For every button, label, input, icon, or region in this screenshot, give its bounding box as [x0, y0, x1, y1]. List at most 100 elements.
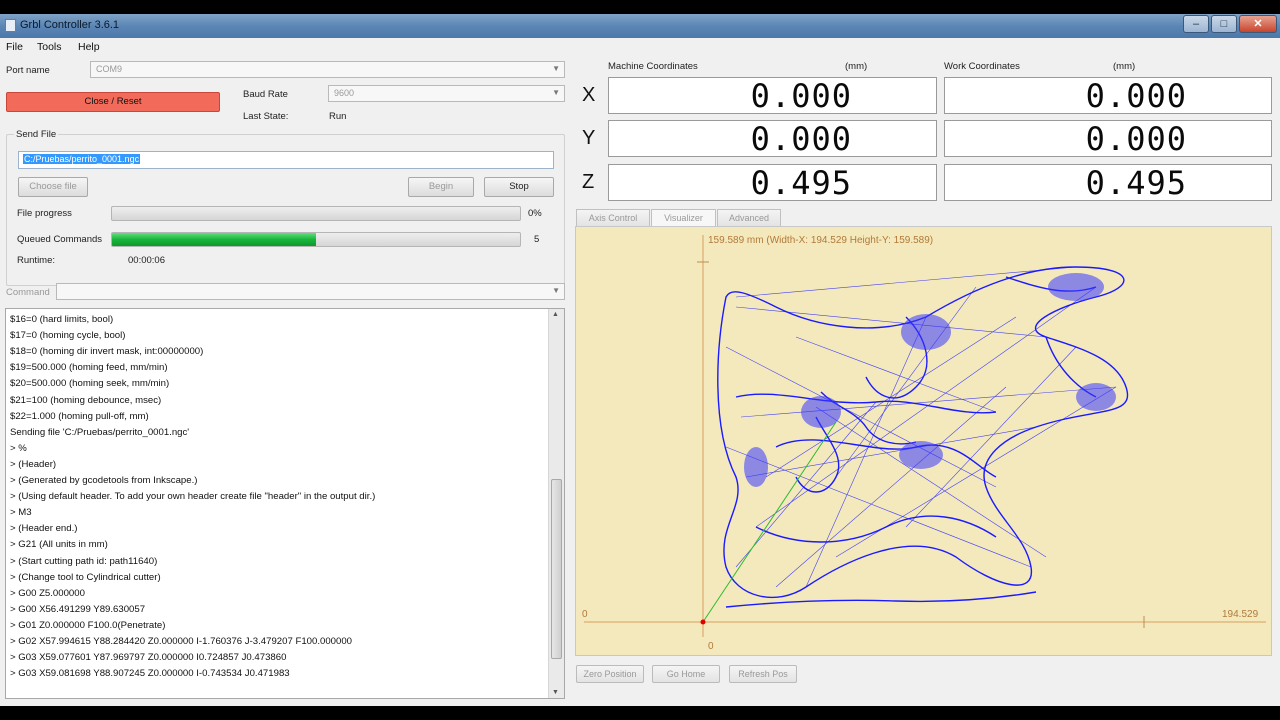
close-window-button[interactable]: ✕: [1239, 15, 1277, 33]
console-log[interactable]: $16=0 (hard limits, bool) $17=0 (homing c…: [5, 308, 565, 699]
port-name-label: Port name: [6, 65, 50, 76]
scrollbar-thumb[interactable]: [551, 479, 562, 659]
choose-file-button[interactable]: Choose file: [18, 177, 88, 197]
chevron-down-icon: ▼: [552, 286, 560, 295]
work-y-value: 0.000: [1085, 120, 1187, 158]
last-state-label: Last State:: [243, 111, 289, 122]
window-title: Grbl Controller 3.6.1: [20, 19, 120, 31]
baud-rate-label: Baud Rate: [243, 89, 288, 100]
machine-x-display: 0.000: [608, 77, 937, 114]
work-z-value: 0.495: [1085, 164, 1187, 202]
port-name-select[interactable]: COM9 ▼: [90, 61, 565, 78]
menu-file[interactable]: File: [6, 41, 23, 53]
last-state-value: Run: [329, 111, 347, 122]
work-x-display: 0.000: [944, 77, 1272, 114]
console-line: > (Header end.): [10, 523, 78, 535]
work-unit-label: (mm): [1113, 61, 1136, 72]
title-bar: Grbl Controller 3.6.1 – □ ✕: [0, 14, 1280, 38]
command-label: Command: [6, 287, 50, 298]
console-line: $16=0 (hard limits, bool): [10, 314, 114, 325]
visualizer-canvas[interactable]: 159.589 mm (Width-X: 194.529 Height-Y: 1…: [575, 226, 1272, 656]
machine-y-value: 0.000: [750, 120, 852, 158]
close-reset-button[interactable]: Close / Reset: [6, 92, 220, 112]
chevron-down-icon: ▼: [552, 88, 560, 97]
axis-y-label: Y: [582, 127, 596, 149]
tab-axis-control[interactable]: Axis Control: [576, 209, 650, 227]
maximize-button[interactable]: □: [1211, 15, 1237, 33]
console-line: > (Change tool to Cylindrical cutter): [10, 571, 161, 583]
queued-commands-label: Queued Commands: [17, 234, 103, 245]
command-input[interactable]: ▼: [56, 283, 565, 300]
console-line: $18=0 (homing dir invert mask, int:00000…: [10, 346, 204, 358]
y-zero-label: 0: [708, 641, 714, 652]
queued-commands-fill: [112, 233, 316, 246]
chevron-down-icon: ▼: [552, 64, 560, 73]
console-line: $17=0 (homing cycle, bool): [10, 330, 126, 342]
baud-rate-select[interactable]: 9600 ▼: [328, 85, 565, 102]
console-line: $22=1.000 (homing pull-off, mm): [10, 410, 149, 422]
menu-bar: File Tools Help: [0, 38, 1280, 56]
scroll-down-icon[interactable]: ▼: [552, 689, 559, 696]
console-line: > G03 X59.081698 Y88.907245 Z0.000000 I-…: [10, 668, 290, 680]
toolpath-plot: 159.589 mm (Width-X: 194.529 Height-Y: 1…: [582, 235, 1266, 652]
queued-commands-value: 5: [534, 234, 540, 245]
console-line: > (Header): [10, 458, 57, 470]
console-line: > (Generated by gcodetools from Inkscape…: [10, 475, 198, 486]
x-zero-label: 0: [582, 609, 588, 620]
file-progress-label: File progress: [17, 208, 72, 219]
console-line: > G00 X56.491299 Y89.630057: [10, 603, 146, 615]
rapid-move-line: [702, 421, 837, 623]
send-file-label: Send File: [14, 129, 59, 140]
console-line: > (Using default header. To add your own…: [10, 491, 376, 503]
baud-rate-value: 9600: [334, 88, 355, 98]
runtime-label: Runtime:: [17, 255, 56, 266]
machine-y-display: 0.000: [608, 120, 937, 157]
console-line: $20=500.000 (homing seek, mm/min): [10, 378, 170, 390]
console-line: > G01 Z0.000000 F100.0(Penetrate): [10, 619, 166, 631]
go-home-button[interactable]: Go Home: [652, 665, 720, 683]
console-line: > M3: [10, 507, 32, 519]
console-line: Sending file 'C:/Pruebas/perrito_0001.ng…: [10, 426, 190, 438]
minimize-button[interactable]: –: [1183, 15, 1209, 33]
file-progress-value: 0%: [528, 208, 542, 219]
work-x-value: 0.000: [1085, 77, 1187, 115]
port-name-value: COM9: [96, 64, 123, 74]
begin-button[interactable]: Begin: [408, 177, 474, 197]
menu-help[interactable]: Help: [78, 41, 100, 53]
queued-commands-bar: [111, 232, 521, 247]
work-coordinates-label: Work Coordinates: [944, 61, 1020, 72]
x-max-label: 194.529: [1222, 609, 1259, 620]
zero-position-button[interactable]: Zero Position: [576, 665, 644, 683]
console-line: > %: [10, 442, 27, 454]
machine-z-display: 0.495: [608, 164, 937, 201]
app-icon: [5, 19, 16, 32]
tool-position-marker: [700, 619, 706, 625]
work-z-display: 0.495: [944, 164, 1272, 201]
tab-visualizer[interactable]: Visualizer: [651, 209, 716, 227]
refresh-pos-button[interactable]: Refresh Pos: [729, 665, 797, 683]
stop-button[interactable]: Stop: [484, 177, 554, 197]
file-path-input[interactable]: C:/Pruebas/perrito_0001.ngc: [18, 151, 554, 169]
console-line: $19=500.000 (homing feed, mm/min): [10, 362, 168, 374]
console-line: > G03 X59.077601 Y87.969797 Z0.000000 I0…: [10, 652, 287, 664]
axis-z-label: Z: [582, 171, 595, 193]
machine-unit-label: (mm): [845, 61, 868, 72]
scroll-up-icon[interactable]: ▲: [552, 311, 559, 318]
file-path-text: C:/Pruebas/perrito_0001.ngc: [23, 154, 141, 164]
app-window: Grbl Controller 3.6.1 – □ ✕ File Tools H…: [0, 14, 1280, 706]
runtime-value: 00:00:06: [128, 255, 165, 266]
tab-advanced[interactable]: Advanced: [717, 209, 781, 227]
console-line: > G21 (All units in mm): [10, 539, 108, 551]
menu-tools[interactable]: Tools: [37, 41, 62, 53]
machine-z-value: 0.495: [750, 164, 852, 202]
work-y-display: 0.000: [944, 120, 1272, 157]
toolpath-dense-areas: [744, 273, 1116, 487]
console-line: $21=100 (homing debounce, msec): [10, 394, 162, 406]
axis-x-label: X: [582, 84, 596, 106]
machine-x-value: 0.000: [750, 77, 852, 115]
machine-coordinates-label: Machine Coordinates: [608, 61, 698, 72]
visualizer-header-text: 159.589 mm (Width-X: 194.529 Height-Y: 1…: [708, 235, 933, 246]
console-line: > G02 X57.994615 Y88.284420 Z0.000000 I-…: [10, 636, 353, 647]
console-scrollbar[interactable]: ▲ ▼: [548, 309, 564, 698]
console-line: > (Start cutting path id: path11640): [10, 555, 158, 567]
